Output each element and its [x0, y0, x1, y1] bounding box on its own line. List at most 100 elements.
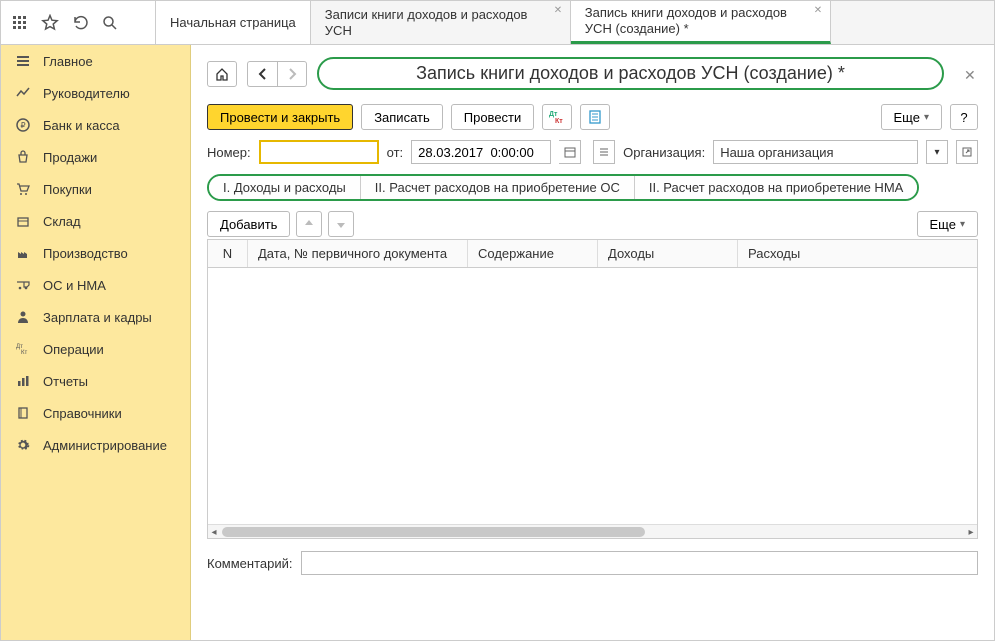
help-button[interactable]: ? — [950, 104, 978, 130]
dropdown-icon[interactable]: ▾ — [926, 140, 948, 164]
close-icon[interactable]: ✕ — [964, 67, 978, 81]
sidebar-item-sales[interactable]: Продажи — [1, 141, 190, 173]
star-icon[interactable] — [41, 14, 59, 32]
comment-row: Комментарий: — [207, 551, 978, 575]
factory-icon — [15, 245, 31, 261]
table-body[interactable] — [208, 268, 977, 524]
scroll-thumb[interactable] — [222, 527, 645, 537]
post-and-close-button[interactable]: Провести и закрыть — [207, 104, 353, 130]
tab-home[interactable]: Начальная страница — [156, 1, 311, 44]
sidebar-item-hr[interactable]: Зарплата и кадры — [1, 301, 190, 333]
col-income[interactable]: Доходы — [598, 240, 738, 267]
sidebar-item-reports[interactable]: Отчеты — [1, 365, 190, 397]
open-icon[interactable] — [956, 140, 978, 164]
document-button[interactable] — [580, 104, 610, 130]
date-input[interactable] — [411, 140, 551, 164]
history-icon[interactable] — [71, 14, 89, 32]
table-more-button[interactable]: Еще — [917, 211, 978, 237]
move-up-icon[interactable] — [296, 211, 322, 237]
sidebar-item-label: Справочники — [43, 406, 122, 421]
sidebar-item-manager[interactable]: Руководителю — [1, 77, 190, 109]
write-button[interactable]: Записать — [361, 104, 443, 130]
comment-input[interactable] — [301, 551, 979, 575]
forward-button[interactable] — [277, 61, 307, 87]
sidebar-item-label: Производство — [43, 246, 128, 261]
sidebar-item-warehouse[interactable]: Склад — [1, 205, 190, 237]
inner-tab-income-expense[interactable]: I. Доходы и расходы — [209, 176, 361, 199]
sidebar-item-production[interactable]: Производство — [1, 237, 190, 269]
inner-tabs: I. Доходы и расходы II. Расчет расходов … — [207, 174, 919, 201]
nav-group — [247, 61, 307, 87]
number-label: Номер: — [207, 145, 251, 160]
close-icon[interactable]: ✕ — [554, 5, 564, 15]
col-n[interactable]: N — [208, 240, 248, 267]
inner-tab-nma[interactable]: II. Расчет расходов на приобретение НМА — [635, 176, 917, 199]
scroll-left-icon[interactable]: ◂ — [208, 526, 220, 538]
tab-label: Начальная страница — [170, 15, 296, 31]
tab-list[interactable]: Записи книги доходов и расходов УСН ✕ — [311, 1, 571, 44]
date-label: от: — [387, 145, 404, 160]
table-toolbar: Добавить Еще — [207, 211, 978, 237]
sidebar-item-assets[interactable]: ОС и НМА — [1, 269, 190, 301]
tab-document[interactable]: Запись книги доходов и расходов УСН (соз… — [571, 1, 831, 44]
sidebar-item-label: Банк и касса — [43, 118, 120, 133]
cart-icon — [15, 181, 31, 197]
list-icon[interactable] — [593, 140, 615, 164]
sidebar-item-purchases[interactable]: Покупки — [1, 173, 190, 205]
inner-tab-os[interactable]: II. Расчет расходов на приобретение ОС — [361, 176, 635, 199]
sidebar-item-references[interactable]: Справочники — [1, 397, 190, 429]
svg-text:Дт: Дт — [549, 111, 558, 118]
tabs: Начальная страница Записи книги доходов … — [156, 1, 994, 44]
table-header: N Дата, № первичного документа Содержани… — [208, 240, 977, 268]
close-icon[interactable]: ✕ — [814, 5, 824, 15]
home-button[interactable] — [207, 61, 237, 87]
gear-icon — [15, 437, 31, 453]
sidebar-item-admin[interactable]: Администрирование — [1, 429, 190, 461]
svg-text:Кт: Кт — [555, 118, 563, 124]
page-title: Запись книги доходов и расходов УСН (соз… — [317, 57, 944, 90]
search-icon[interactable] — [101, 14, 119, 32]
sidebar-item-label: Операции — [43, 342, 104, 357]
top-icons — [1, 1, 156, 44]
truck-icon — [15, 277, 31, 293]
main-content: Запись книги доходов и расходов УСН (соз… — [191, 45, 994, 640]
col-expense[interactable]: Расходы — [738, 240, 977, 267]
move-down-icon[interactable] — [328, 211, 354, 237]
col-content[interactable]: Содержание — [468, 240, 598, 267]
book-icon — [15, 405, 31, 421]
sidebar-item-operations[interactable]: ДтКт Операции — [1, 333, 190, 365]
bag-icon — [15, 149, 31, 165]
comment-label: Комментарий: — [207, 556, 293, 571]
sidebar: Главное Руководителю ₽ Банк и касса Прод… — [1, 45, 191, 640]
sidebar-item-label: Продажи — [43, 150, 97, 165]
calendar-icon[interactable] — [559, 140, 581, 164]
org-value: Наша организация — [720, 145, 833, 160]
more-button[interactable]: Еще — [881, 104, 942, 130]
number-input[interactable] — [259, 140, 379, 164]
chart-icon — [15, 85, 31, 101]
debit-credit-icon: ДтКт — [15, 341, 31, 357]
back-button[interactable] — [247, 61, 277, 87]
toolbar: Провести и закрыть Записать Провести ДтК… — [207, 104, 978, 130]
bars-icon — [15, 373, 31, 389]
apps-icon[interactable] — [11, 14, 29, 32]
title-row: Запись книги доходов и расходов УСН (соз… — [207, 57, 978, 90]
table: N Дата, № первичного документа Содержани… — [207, 239, 978, 539]
sidebar-item-bank[interactable]: ₽ Банк и касса — [1, 109, 190, 141]
org-select[interactable]: Наша организация — [713, 140, 918, 164]
post-button[interactable]: Провести — [451, 104, 535, 130]
ruble-icon: ₽ — [15, 117, 31, 133]
dt-kt-button[interactable]: ДтКт — [542, 104, 572, 130]
sidebar-item-label: Администрирование — [43, 438, 167, 453]
col-doc[interactable]: Дата, № первичного документа — [248, 240, 468, 267]
add-button[interactable]: Добавить — [207, 211, 290, 237]
sidebar-item-label: Склад — [43, 214, 81, 229]
svg-text:₽: ₽ — [20, 121, 25, 130]
menu-icon — [15, 53, 31, 69]
svg-text:Кт: Кт — [21, 350, 27, 356]
scroll-right-icon[interactable]: ▸ — [965, 526, 977, 538]
tab-label: Запись книги доходов и расходов УСН (соз… — [585, 5, 806, 36]
form-row: Номер: от: Организация: Наша организация… — [207, 140, 978, 164]
horizontal-scrollbar[interactable]: ◂ ▸ — [208, 524, 977, 538]
sidebar-item-main[interactable]: Главное — [1, 45, 190, 77]
